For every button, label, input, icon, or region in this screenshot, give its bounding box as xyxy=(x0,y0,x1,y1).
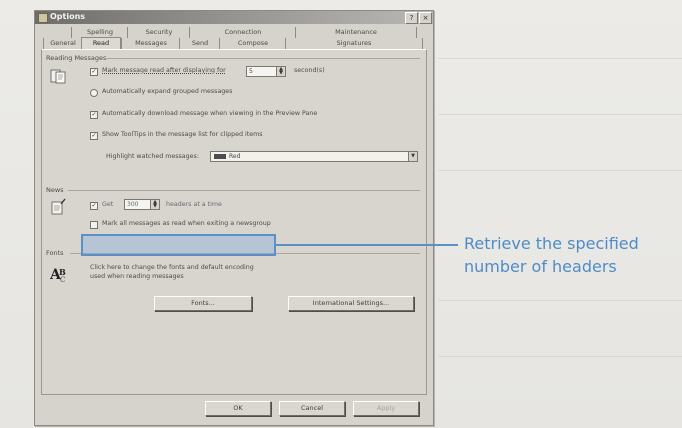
news-label: News xyxy=(46,186,64,194)
cancel-button[interactable]: Cancel xyxy=(279,401,345,416)
tabs-row-2: General Read Messages Send Compose Signa… xyxy=(41,37,425,51)
help-button[interactable]: ? xyxy=(405,12,418,24)
color-swatch xyxy=(214,154,226,159)
headers-spinner-arrows[interactable]: ▲ ▼ xyxy=(150,199,160,210)
title-bar: Options ? × xyxy=(35,11,433,24)
reading-messages-label: Reading Messages xyxy=(46,54,107,62)
mark-read-seconds-input[interactable]: 5 xyxy=(246,66,278,77)
headers-at-a-time-label: headers at a time xyxy=(166,201,222,208)
ok-button[interactable]: OK xyxy=(205,401,271,416)
group-divider xyxy=(104,58,420,59)
fonts-label: Fonts xyxy=(46,249,64,257)
get-headers-checkbox[interactable]: ✓ xyxy=(90,202,98,210)
get-headers-label: Get xyxy=(102,201,114,208)
close-button[interactable]: × xyxy=(419,12,432,24)
background-line xyxy=(438,300,682,301)
callout-line-1: Retrieve the specified xyxy=(464,234,639,253)
highlight-box xyxy=(81,234,276,256)
highlight-color-value: Red xyxy=(229,153,241,160)
chevron-down-icon[interactable]: ▼ xyxy=(408,152,417,161)
app-icon xyxy=(38,13,48,23)
tab-security[interactable]: Security xyxy=(127,27,190,38)
background-line xyxy=(438,356,682,357)
svg-text:C: C xyxy=(60,276,65,283)
mark-read-label: Mark message read after displaying for xyxy=(102,67,226,74)
newsgroup-icon xyxy=(50,198,66,215)
callout-line-2: number of headers xyxy=(464,257,617,276)
auto-download-label: Automatically download message when view… xyxy=(102,110,318,117)
window-title: Options xyxy=(50,12,86,21)
auto-expand-label: Automatically expand grouped messages xyxy=(102,88,233,95)
highlight-watched-label: Highlight watched messages: xyxy=(106,153,199,160)
reading-messages-icon xyxy=(50,68,66,84)
callout-line xyxy=(276,244,458,246)
auto-download-checkbox[interactable]: ✓ xyxy=(90,111,98,119)
background-line xyxy=(438,170,682,171)
tooltips-checkbox[interactable]: ✓ xyxy=(90,132,98,140)
callout-text: Retrieve the specified number of headers xyxy=(464,232,680,278)
auto-expand-checkbox[interactable] xyxy=(90,89,98,97)
read-tab-panel: Reading Messages ✓ Mark message read aft… xyxy=(41,49,427,395)
tab-signatures[interactable]: Signatures xyxy=(285,38,423,49)
apply-button[interactable]: Apply xyxy=(353,401,419,416)
fonts-description-line2: used when reading messages xyxy=(90,273,184,280)
tooltips-label: Show ToolTips in the message list for cl… xyxy=(102,131,263,138)
tab-connection[interactable]: Connection xyxy=(189,27,296,38)
fonts-description-line1: Click here to change the fonts and defau… xyxy=(90,264,254,271)
tab-send[interactable]: Send xyxy=(179,38,220,49)
tab-general[interactable]: General xyxy=(43,38,82,49)
tab-messages[interactable]: Messages xyxy=(121,38,180,49)
highlight-color-select[interactable]: Red ▼ xyxy=(210,151,418,162)
headers-count-input[interactable]: 300 xyxy=(124,199,152,210)
fonts-icon: A B C xyxy=(49,265,68,284)
international-settings-button[interactable]: International Settings... xyxy=(288,296,414,311)
tab-compose[interactable]: Compose xyxy=(219,38,286,49)
mark-all-read-label: Mark all messages as read when exiting a… xyxy=(102,220,271,227)
seconds-unit-label: second(s) xyxy=(294,67,325,74)
group-divider xyxy=(68,190,420,191)
mark-read-checkbox[interactable]: ✓ xyxy=(90,68,98,76)
mark-all-read-checkbox[interactable] xyxy=(90,221,98,229)
mark-read-spinner-arrows[interactable]: ▲ ▼ xyxy=(276,66,286,77)
background-line xyxy=(438,58,682,59)
options-dialog: Options ? × Spelling Security Connection… xyxy=(34,10,434,426)
background-line xyxy=(438,114,682,115)
tab-maintenance[interactable]: Maintenance xyxy=(295,27,417,38)
fonts-button[interactable]: Fonts... xyxy=(154,296,252,311)
